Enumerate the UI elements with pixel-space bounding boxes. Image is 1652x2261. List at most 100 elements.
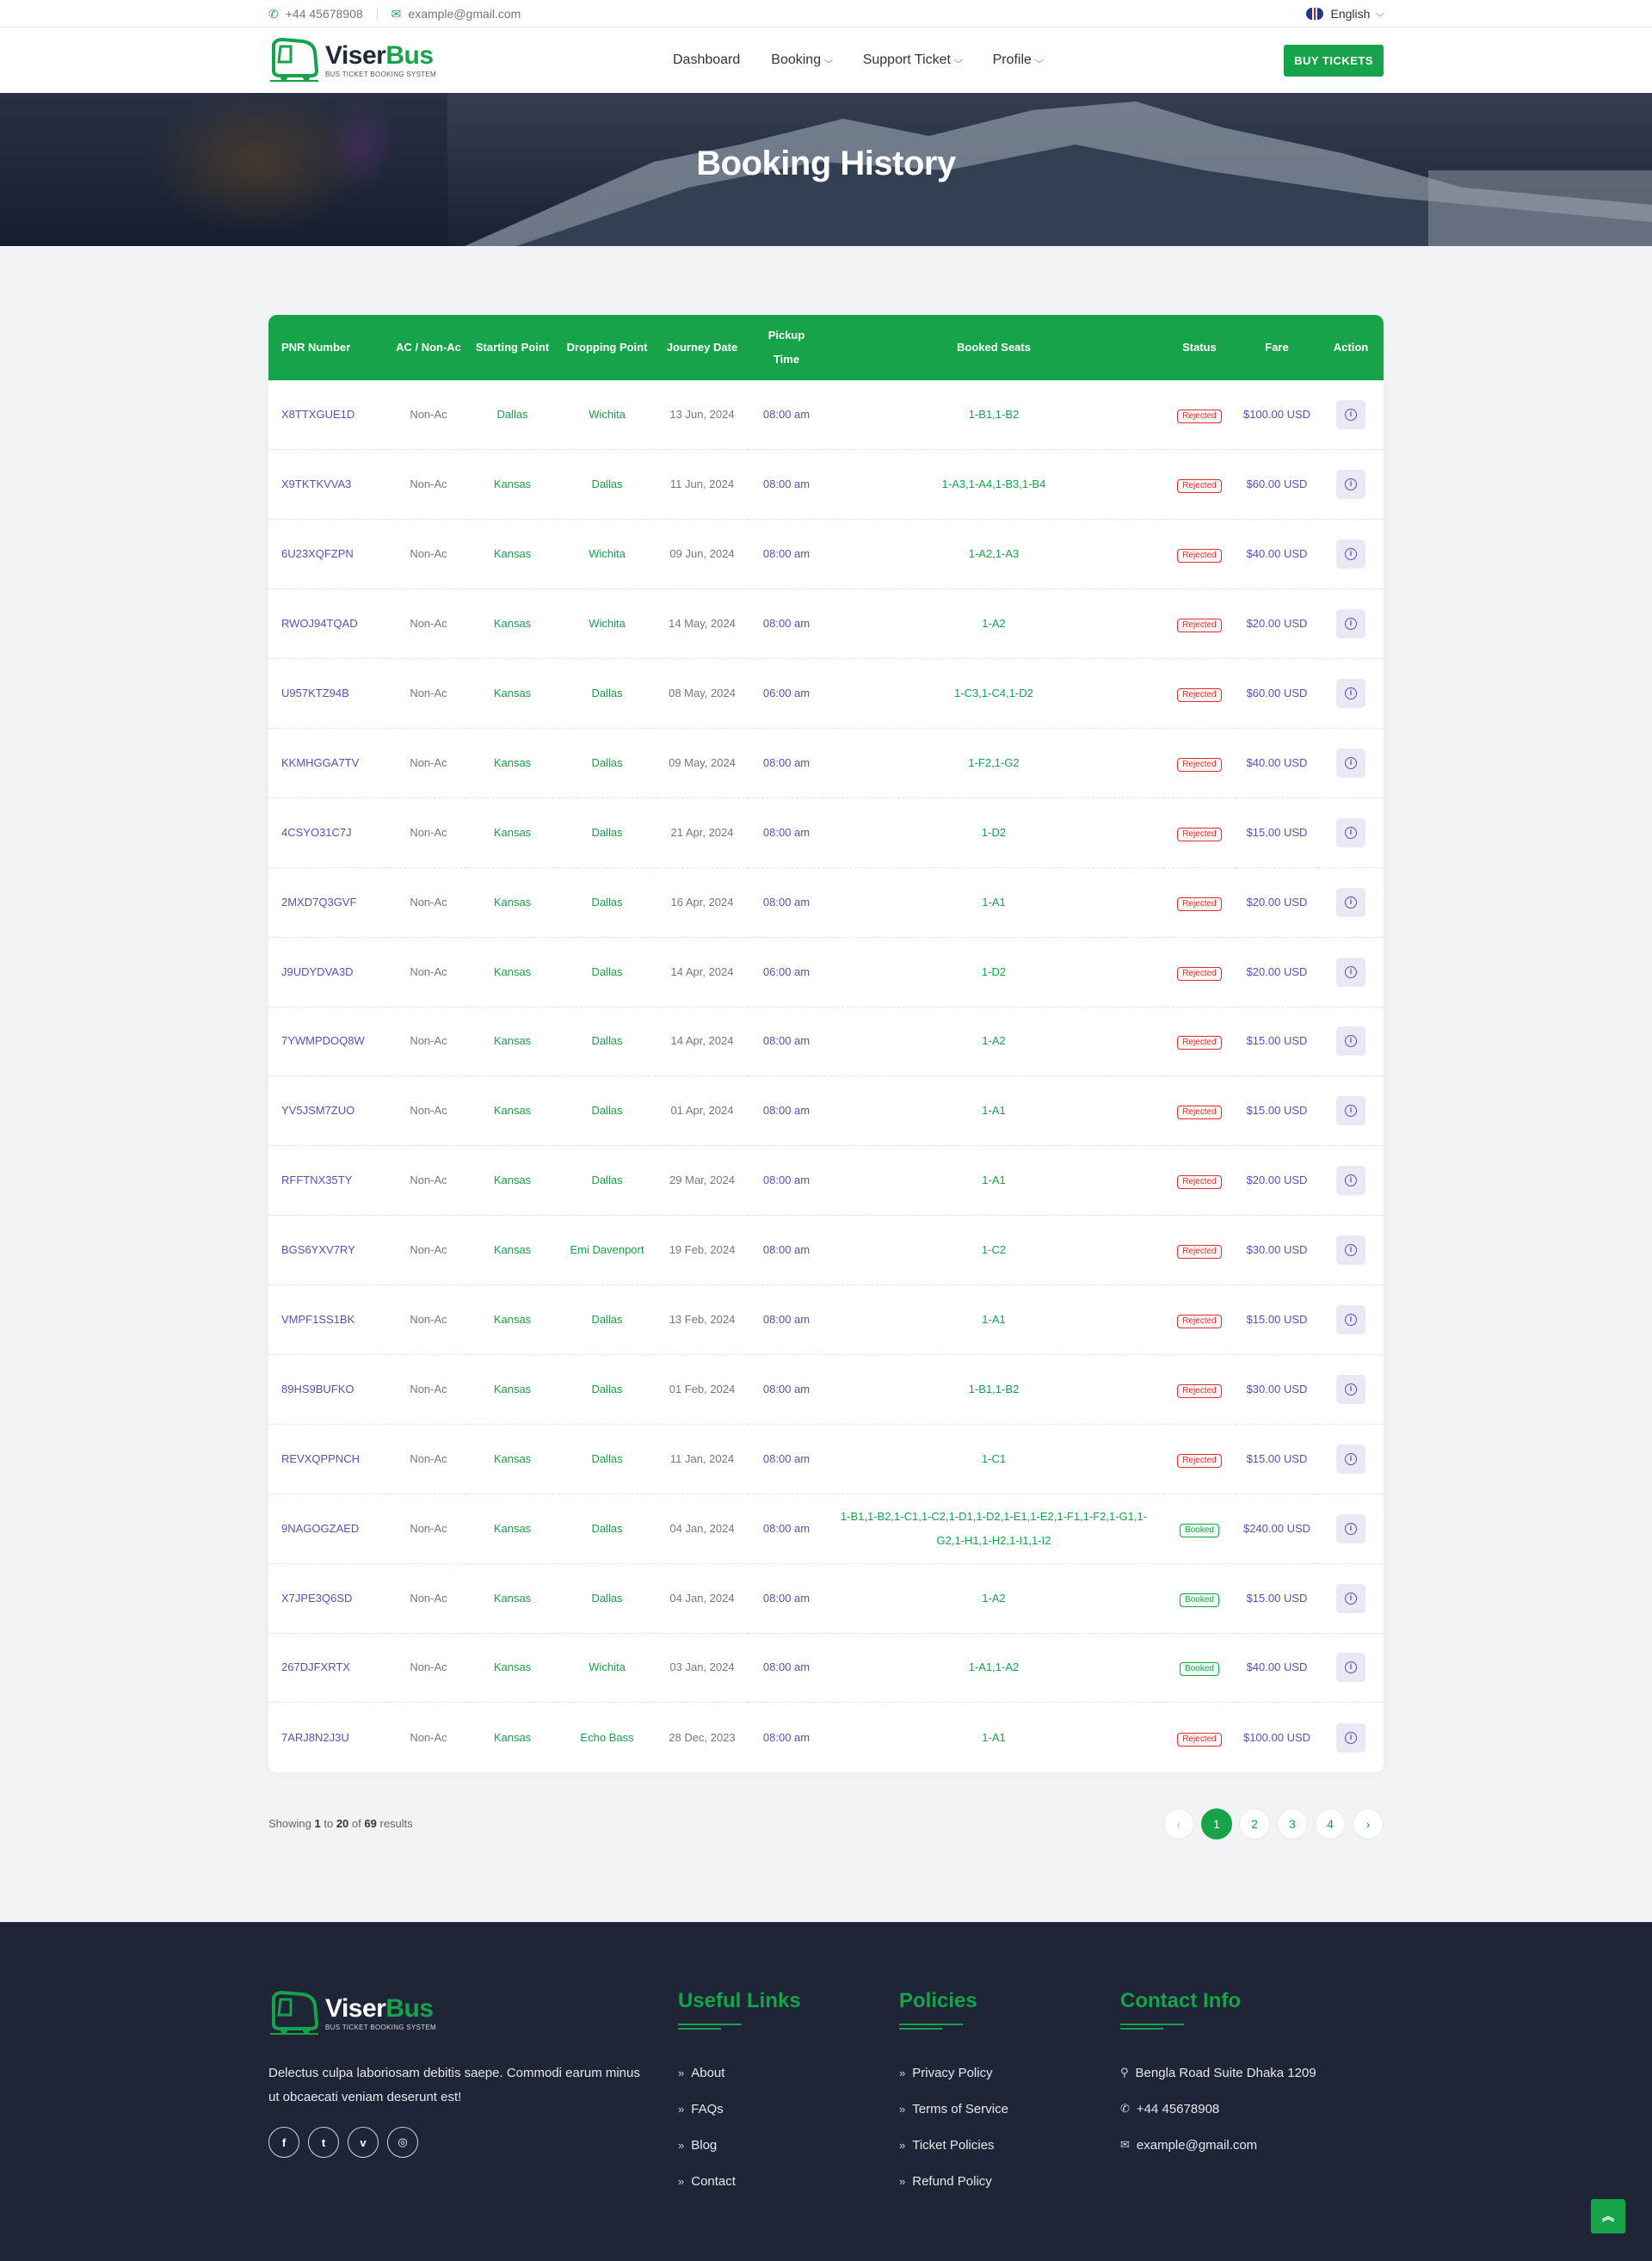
cell-action: i <box>1318 1424 1384 1494</box>
cell-date: 14 May, 2024 <box>669 617 736 631</box>
facebook-icon[interactable]: f <box>268 2127 299 2158</box>
footer-email[interactable]: ✉ example@gmail.com <box>1120 2127 1316 2163</box>
topbar-email[interactable]: ✉ example@gmail.com <box>391 7 521 22</box>
view-details-button[interactable]: i <box>1336 1235 1365 1266</box>
view-details-button[interactable]: i <box>1336 1444 1365 1474</box>
topbar-phone[interactable]: ✆ +44 45678908 <box>268 7 363 22</box>
cell-time: 06:00 am <box>762 964 811 978</box>
info-icon: i <box>1345 1661 1357 1674</box>
footer-phone[interactable]: ✆ +44 45678908 <box>1120 2091 1316 2127</box>
language-selector[interactable]: English ⌵ <box>1306 7 1385 21</box>
cell-pnr[interactable]: VMPF1SS1BK <box>268 1285 391 1355</box>
view-details-button[interactable]: i <box>1336 470 1365 500</box>
footer-link-terms[interactable]: » Terms of Service <box>899 2091 1008 2127</box>
col-status: Status <box>1182 341 1217 354</box>
cell-pnr[interactable]: J9UDYDVA3D <box>268 937 391 1007</box>
cell-pnr[interactable]: BGS6YXV7RY <box>268 1216 391 1285</box>
view-details-button[interactable]: i <box>1336 887 1365 917</box>
cell-pnr[interactable]: 267DJFXRTX <box>268 1633 391 1703</box>
nav-support-ticket[interactable]: Support Ticket ⌵ <box>862 52 963 68</box>
pagination-page-4[interactable]: 4 <box>1315 1808 1346 1839</box>
cell-pnr[interactable]: X7JPE3Q6SD <box>268 1563 391 1633</box>
nav-profile-label: Profile <box>992 52 1032 67</box>
col-ac: AC / Non-Ac <box>396 341 461 354</box>
footer-logo[interactable]: ViserBus BUS TICKET BOOKING SYSTEM <box>268 1989 436 2037</box>
topbar-divider <box>376 7 378 21</box>
cell-time: 06:00 am <box>762 687 811 699</box>
cell-pnr[interactable]: 6U23XQFZPN <box>268 520 391 589</box>
footer-link-blog[interactable]: » Blog <box>678 2127 801 2163</box>
nav-profile[interactable]: Profile ⌵ <box>992 52 1044 68</box>
table-row: 2MXD7Q3GVF Non-Ac Kansas Dallas 16 Apr, 2024… <box>268 867 1384 937</box>
nav-dashboard[interactable]: Dashboard <box>673 52 740 68</box>
view-details-button[interactable]: i <box>1336 748 1365 778</box>
view-details-button[interactable]: i <box>1336 1653 1365 1683</box>
cell-pnr[interactable]: 7YWMPDOQ8W <box>268 1007 391 1076</box>
cell-status: Rejected <box>1163 1076 1236 1146</box>
footer-link-faqs[interactable]: » FAQs <box>678 2091 801 2127</box>
footer-link-ticket-policies[interactable]: » Ticket Policies <box>899 2127 1008 2163</box>
cell-status: Booked <box>1163 1633 1236 1703</box>
showing-total: 69 <box>364 1817 377 1830</box>
view-details-button[interactable]: i <box>1336 539 1365 570</box>
cell-pnr[interactable]: RWOJ94TQAD <box>268 589 391 659</box>
buy-tickets-button[interactable]: BUY TICKETS <box>1284 44 1384 77</box>
view-details-button[interactable]: i <box>1336 400 1365 430</box>
cell-drop: Wichita <box>589 1660 626 1674</box>
cell-pnr[interactable]: RFFTNX35TY <box>268 1146 391 1216</box>
status-badge: Rejected <box>1177 896 1222 911</box>
scroll-to-top-button[interactable]: ︽ <box>1591 2199 1625 2233</box>
cell-pnr[interactable]: X9TKTKVVA3 <box>268 450 391 520</box>
site-logo[interactable]: ViserBus BUS TICKET BOOKING SYSTEM <box>268 36 436 84</box>
cell-seats: 1-D2 <box>981 825 1007 839</box>
footer-email-text: example@gmail.com <box>1136 2137 1258 2153</box>
pagination-page-2[interactable]: 2 <box>1239 1808 1270 1839</box>
cell-pnr[interactable]: REVXQPPNCH <box>268 1424 391 1494</box>
cell-pnr[interactable]: X8TTXGUE1D <box>268 380 391 450</box>
footer-link-privacy[interactable]: » Privacy Policy <box>899 2055 1008 2091</box>
cell-date: 11 Jun, 2024 <box>669 477 735 491</box>
cell-status: Rejected <box>1163 450 1236 520</box>
view-details-button[interactable]: i <box>1336 1096 1365 1126</box>
pagination-prev-button[interactable]: ‹ <box>1163 1808 1194 1839</box>
cell-pnr[interactable]: U957KTZ94B <box>268 659 391 729</box>
cell-pnr[interactable]: KKMHGGA7TV <box>268 728 391 798</box>
status-badge: Rejected <box>1177 479 1222 494</box>
footer-link-label: FAQs <box>691 2101 724 2116</box>
booking-history-card: PNR Number AC / Non-Ac Starting Point Dr… <box>268 315 1384 1772</box>
cell-pnr[interactable]: 2MXD7Q3GVF <box>268 867 391 937</box>
view-details-button[interactable]: i <box>1336 1305 1365 1335</box>
cell-pnr[interactable]: 89HS9BUFKO <box>268 1354 391 1424</box>
pagination-next-button[interactable]: › <box>1353 1808 1384 1839</box>
cell-pnr[interactable]: YV5JSM7ZUO <box>268 1076 391 1146</box>
cell-pnr[interactable]: 9NAGOGZAED <box>268 1494 391 1563</box>
view-details-button[interactable]: i <box>1336 1722 1365 1753</box>
cell-drop: Dallas <box>591 1174 623 1187</box>
footer-link-about[interactable]: » About <box>678 2055 801 2091</box>
vimeo-icon[interactable]: v <box>348 2127 379 2158</box>
cell-ac: Non-Ac <box>410 964 447 978</box>
cell-pnr[interactable]: 4CSYO31C7J <box>268 798 391 867</box>
showing-to: 20 <box>336 1817 349 1830</box>
nav-support-label: Support Ticket <box>862 52 951 67</box>
view-details-button[interactable]: i <box>1336 1374 1365 1404</box>
view-details-button[interactable]: i <box>1336 817 1365 847</box>
view-details-button[interactable]: i <box>1336 1513 1365 1543</box>
view-details-button[interactable]: i <box>1336 1166 1365 1196</box>
footer-link-contact[interactable]: » Contact <box>678 2163 801 2199</box>
pagination-page-1[interactable]: 1 <box>1201 1808 1232 1839</box>
view-details-button[interactable]: i <box>1336 1583 1365 1613</box>
view-details-button[interactable]: i <box>1336 1026 1365 1057</box>
nav-booking[interactable]: Booking ⌵ <box>771 52 833 68</box>
twitter-icon[interactable]: t <box>308 2127 339 2158</box>
footer-link-refund[interactable]: » Refund Policy <box>899 2163 1008 2199</box>
cell-pnr[interactable]: 7ARJ8N2J3U <box>268 1703 391 1772</box>
view-details-button[interactable]: i <box>1336 957 1365 987</box>
instagram-icon[interactable]: ◎ <box>387 2127 418 2158</box>
status-badge: Rejected <box>1177 1245 1222 1260</box>
pagination-page-3[interactable]: 3 <box>1277 1808 1308 1839</box>
title-underline <box>678 2024 742 2030</box>
cell-ac: Non-Ac <box>410 1313 447 1327</box>
view-details-button[interactable]: i <box>1336 679 1365 708</box>
view-details-button[interactable]: i <box>1336 609 1365 639</box>
